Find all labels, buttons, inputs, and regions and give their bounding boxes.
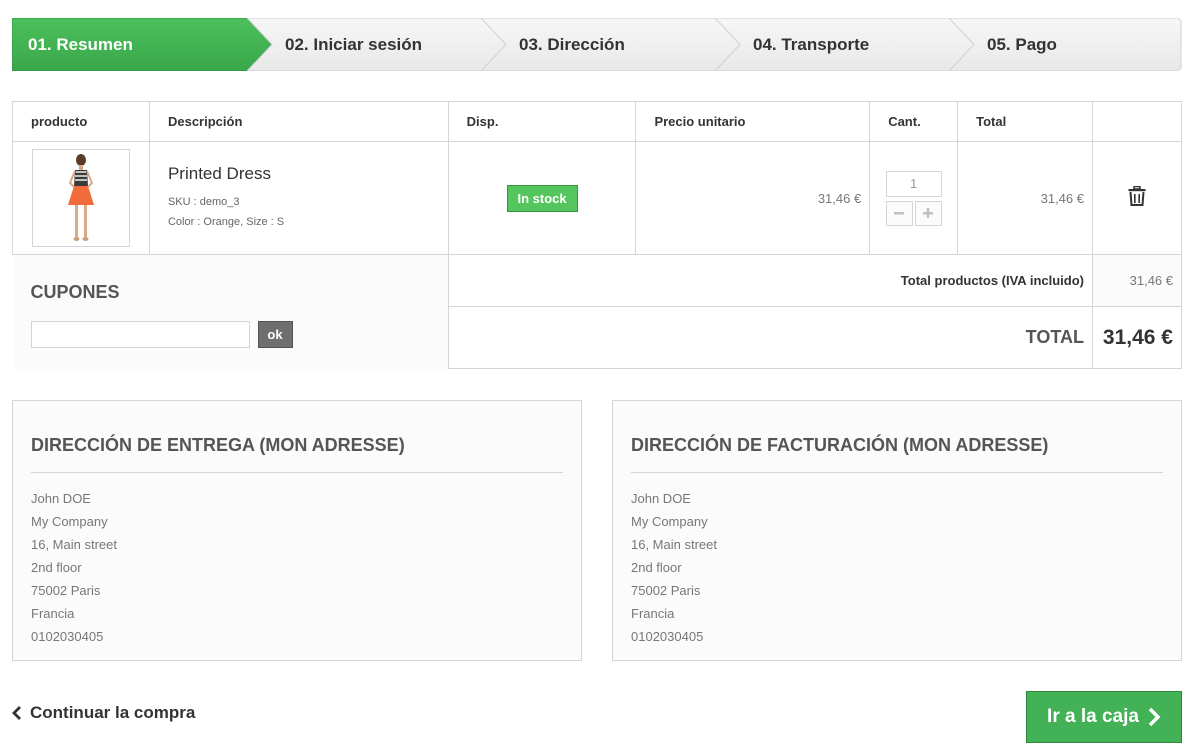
billing-phone: 0102030405 <box>631 629 704 644</box>
coupons-section: CUPONES ok <box>12 254 449 369</box>
checkout-steps: 01. Resumen 02. Iniciar sesión 03. Direc… <box>12 18 1182 71</box>
delivery-phone: 0102030405 <box>31 629 104 644</box>
summary-products-row: CUPONES ok Total productos (IVA incluido… <box>12 254 1183 369</box>
step-payment-label: 05. Pago <box>987 34 1057 54</box>
billing-street2: 2nd floor <box>631 560 682 575</box>
step-login-label: 02. Iniciar sesión <box>285 34 423 54</box>
coupon-input[interactable] <box>30 321 250 348</box>
step-shipping[interactable]: 04. Transporte <box>715 18 975 71</box>
delivery-company: My Company <box>31 514 108 529</box>
products-total-label: Total productos (IVA incluido) <box>447 254 1093 307</box>
delete-button[interactable] <box>1128 185 1146 211</box>
step-address-label: 03. Dirección <box>519 34 625 54</box>
unit-price-cell: 31,46 € <box>635 141 871 255</box>
delivery-name: John DOE <box>31 491 91 506</box>
product-name[interactable]: Printed Dress <box>168 164 448 184</box>
coupon-submit-button[interactable]: ok <box>257 321 293 348</box>
quantity-increase-button[interactable] <box>914 200 942 226</box>
chevron-right-icon <box>1148 707 1161 727</box>
header-unit-price: Precio unitario <box>635 101 871 142</box>
product-attributes: Color : Orange, Size : S <box>167 216 285 228</box>
billing-city: 75002 Paris <box>631 583 701 598</box>
grand-total-label: TOTAL <box>447 306 1093 369</box>
checkout-button[interactable]: Ir a la caja <box>1026 691 1182 743</box>
header-quantity: Cant. <box>869 101 959 142</box>
quantity-input[interactable]: 1 <box>885 170 942 197</box>
step-payment[interactable]: 05. Pago <box>949 18 1182 71</box>
billing-name: John DOE <box>631 491 691 506</box>
line-total-cell: 31,46 € <box>957 141 1093 255</box>
product-description-cell: Printed Dress SKU : demo_3 Color : Orang… <box>148 141 449 255</box>
billing-country: Francia <box>631 606 675 621</box>
header-total: Total <box>957 101 1093 142</box>
header-availability: Disp. <box>447 101 637 142</box>
plus-icon <box>923 208 934 218</box>
table-row: Printed Dress SKU : demo_3 Color : Orang… <box>12 141 1183 255</box>
delivery-street2: 2nd floor <box>31 560 82 575</box>
billing-address-title: DIRECCIÓN DE FACTURACIÓN (MON ADRESSE) <box>631 435 1163 473</box>
billing-street: 16, Main street <box>631 537 717 552</box>
step-shipping-label: 04. Transporte <box>753 34 870 54</box>
header-product: producto <box>12 101 150 142</box>
stock-badge: In stock <box>506 184 578 212</box>
chevron-left-icon <box>12 706 21 720</box>
grand-total-value: 31,46 € <box>1091 306 1183 369</box>
product-sku: SKU : demo_3 <box>167 196 240 208</box>
billing-company: My Company <box>631 514 708 529</box>
continue-shopping-link[interactable]: Continuar la compra <box>12 703 195 723</box>
billing-address-box: DIRECCIÓN DE FACTURACIÓN (MON ADRESSE) J… <box>612 400 1182 661</box>
delivery-city: 75002 Paris <box>31 583 101 598</box>
step-login[interactable]: 02. Iniciar sesión <box>247 18 507 71</box>
step-summary-label: 01. Resumen <box>28 34 133 54</box>
checkout-label: Ir a la caja <box>1047 706 1139 727</box>
delivery-address-title: DIRECCIÓN DE ENTREGA (MON ADRESSE) <box>31 435 563 473</box>
products-total-value: 31,46 € <box>1091 254 1183 307</box>
continue-shopping-label: Continuar la compra <box>30 703 196 722</box>
dress-image <box>68 154 94 241</box>
delivery-address-box: DIRECCIÓN DE ENTREGA (MON ADRESSE) John … <box>12 400 582 661</box>
minus-icon <box>894 212 905 215</box>
trash-icon <box>1128 185 1146 206</box>
availability-cell: In stock <box>447 141 637 255</box>
delete-cell <box>1091 141 1183 255</box>
quantity-cell: 1 <box>869 141 959 255</box>
step-address[interactable]: 03. Dirección <box>481 18 741 71</box>
delivery-country: Francia <box>31 606 75 621</box>
header-description: Descripción <box>148 101 449 142</box>
header-delete <box>1091 101 1183 142</box>
quantity-decrease-button[interactable] <box>885 200 913 226</box>
table-header-row: producto Descripción Disp. Precio unitar… <box>12 101 1183 142</box>
coupons-title: CUPONES <box>30 282 120 302</box>
product-image-cell <box>12 141 150 255</box>
step-summary[interactable]: 01. Resumen <box>12 18 272 71</box>
product-thumbnail[interactable] <box>32 149 130 247</box>
cart-table: producto Descripción Disp. Precio unitar… <box>12 101 1183 369</box>
delivery-street: 16, Main street <box>31 537 117 552</box>
